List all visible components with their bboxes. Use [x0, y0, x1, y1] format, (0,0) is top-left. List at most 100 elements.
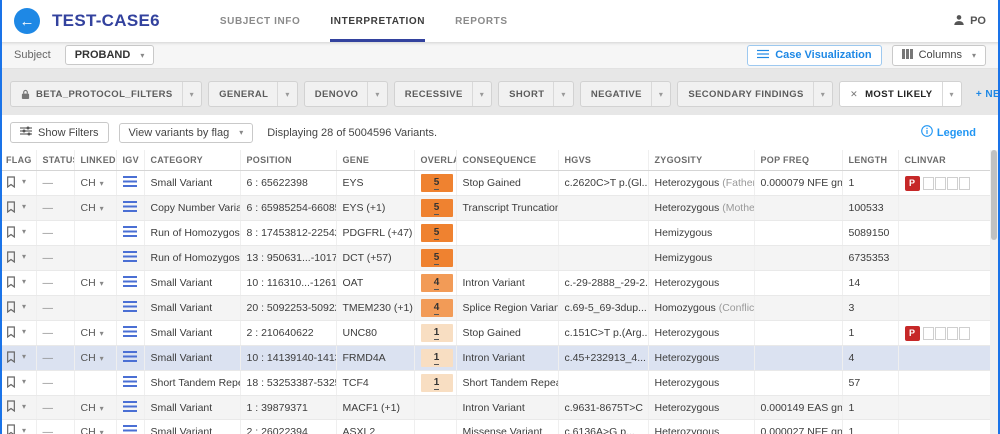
- flag-cell[interactable]: ▾: [0, 321, 36, 346]
- bookmark-flag-icon[interactable]: ▾: [6, 351, 26, 363]
- scrollbar-thumb[interactable]: [991, 150, 997, 240]
- overlap-badge[interactable]: 5: [421, 249, 453, 267]
- show-filters-button[interactable]: Show Filters: [10, 122, 109, 143]
- clinvar-pathogenic-badge[interactable]: P: [905, 176, 920, 191]
- close-icon[interactable]: ✕: [850, 89, 858, 100]
- overlap-badge[interactable]: 5: [421, 174, 453, 192]
- subject-select[interactable]: PROBAND ▾: [65, 45, 155, 65]
- view-tab-denovo[interactable]: DENOVO▾: [304, 81, 388, 107]
- view-tab-general[interactable]: GENERAL▾: [208, 81, 298, 107]
- overlap-badge[interactable]: 5: [421, 224, 453, 242]
- gene-cell[interactable]: PDGFRL (+47): [336, 221, 414, 246]
- igv-icon[interactable]: [123, 278, 137, 290]
- chevron-down-icon[interactable]: ▾: [943, 90, 961, 99]
- table-row[interactable]: ▾—CH▾Small Variant1 : 39879371MACF1 (+1)…: [0, 396, 992, 420]
- table-row[interactable]: ▾—CH▾Small Variant10 : 14139140-14139141…: [0, 346, 992, 371]
- overlap-cell[interactable]: [414, 396, 456, 420]
- column-header-gene[interactable]: GENE: [336, 150, 414, 171]
- flag-cell[interactable]: ▾: [0, 246, 36, 271]
- back-button[interactable]: ←: [14, 8, 40, 34]
- igv-cell[interactable]: [116, 271, 144, 296]
- columns-button[interactable]: Columns ▾: [892, 45, 986, 66]
- column-header-clinvar[interactable]: CLINVAR: [898, 150, 992, 171]
- column-header-hgvs[interactable]: HGVS: [558, 150, 648, 171]
- column-header-igv[interactable]: IGV: [116, 150, 144, 171]
- overlap-cell[interactable]: 4: [414, 271, 456, 296]
- gene-cell[interactable]: MACF1 (+1): [336, 396, 414, 420]
- igv-icon[interactable]: [123, 253, 137, 265]
- overlap-badge[interactable]: 5: [421, 199, 453, 217]
- chevron-down-icon[interactable]: ▾: [652, 90, 670, 99]
- status-cell[interactable]: —: [36, 346, 74, 371]
- flag-cell[interactable]: ▾: [0, 396, 36, 420]
- column-header-overlap[interactable]: OVERLAP: [414, 150, 456, 171]
- overlap-badge[interactable]: 1: [421, 374, 453, 392]
- chevron-down-icon[interactable]: ▾: [368, 90, 386, 99]
- chevron-down-icon[interactable]: ▾: [278, 90, 296, 99]
- igv-icon[interactable]: [123, 303, 137, 315]
- flag-cell[interactable]: ▾: [0, 420, 36, 434]
- flag-cell[interactable]: ▾: [0, 371, 36, 396]
- bookmark-flag-icon[interactable]: ▾: [6, 424, 26, 434]
- igv-icon[interactable]: [123, 427, 137, 434]
- gene-cell[interactable]: DCT (+57): [336, 246, 414, 271]
- table-row[interactable]: ▾—CH▾Copy Number Variant6 : 65985254-660…: [0, 196, 992, 221]
- status-cell[interactable]: —: [36, 271, 74, 296]
- overlap-cell[interactable]: [414, 420, 456, 434]
- bookmark-flag-icon[interactable]: ▾: [6, 400, 26, 412]
- bookmark-flag-icon[interactable]: ▾: [6, 201, 26, 213]
- igv-icon[interactable]: [123, 403, 137, 415]
- chevron-down-icon[interactable]: ▾: [473, 90, 491, 99]
- gene-cell[interactable]: OAT: [336, 271, 414, 296]
- overlap-cell[interactable]: 1: [414, 371, 456, 396]
- chevron-down-icon[interactable]: ▾: [554, 90, 572, 99]
- view-tab-secondary-findings[interactable]: SECONDARY FINDINGS▾: [677, 81, 833, 107]
- bookmark-flag-icon[interactable]: ▾: [6, 226, 26, 238]
- linked-cell[interactable]: CH▾: [74, 346, 116, 371]
- legend-link[interactable]: Legend: [921, 125, 976, 140]
- gene-cell[interactable]: EYS (+1): [336, 196, 414, 221]
- column-header-category[interactable]: CATEGORY: [144, 150, 240, 171]
- igv-icon[interactable]: [123, 353, 137, 365]
- table-row[interactable]: ▾—Run of Homozygosity13 : 950631...-1017…: [0, 246, 992, 271]
- bookmark-flag-icon[interactable]: ▾: [6, 301, 26, 313]
- overlap-cell[interactable]: 4: [414, 296, 456, 321]
- flag-cell[interactable]: ▾: [0, 271, 36, 296]
- flag-cell[interactable]: ▾: [0, 221, 36, 246]
- igv-cell[interactable]: [116, 420, 144, 434]
- bookmark-flag-icon[interactable]: ▾: [6, 276, 26, 288]
- table-row[interactable]: ▾—CH▾Small Variant6 : 65622398EYS5Stop G…: [0, 171, 992, 196]
- linked-value[interactable]: CH▾: [81, 352, 104, 364]
- chevron-down-icon[interactable]: ▾: [183, 90, 201, 99]
- status-cell[interactable]: —: [36, 420, 74, 434]
- linked-cell[interactable]: CH▾: [74, 321, 116, 346]
- view-tab-short[interactable]: SHORT▾: [498, 81, 574, 107]
- overlap-cell[interactable]: 1: [414, 321, 456, 346]
- user-menu[interactable]: PO: [953, 14, 986, 29]
- flag-cell[interactable]: ▾: [0, 296, 36, 321]
- overlap-badge[interactable]: 4: [421, 274, 453, 292]
- tab-reports[interactable]: REPORTS: [455, 0, 508, 42]
- linked-cell[interactable]: [74, 296, 116, 321]
- linked-cell[interactable]: [74, 371, 116, 396]
- igv-icon[interactable]: [123, 178, 137, 190]
- linked-cell[interactable]: CH▾: [74, 396, 116, 420]
- linked-cell[interactable]: CH▾: [74, 420, 116, 434]
- status-cell[interactable]: —: [36, 371, 74, 396]
- view-tab-recessive[interactable]: RECESSIVE▾: [394, 81, 492, 107]
- overlap-badge[interactable]: 4: [421, 299, 453, 317]
- gene-cell[interactable]: TCF4: [336, 371, 414, 396]
- igv-cell[interactable]: [116, 371, 144, 396]
- status-cell[interactable]: —: [36, 296, 74, 321]
- linked-cell[interactable]: CH▾: [74, 271, 116, 296]
- new-view-button[interactable]: + NEW VIEW: [976, 89, 1000, 100]
- tab-subject-info[interactable]: SUBJECT INFO: [220, 0, 301, 42]
- column-header-linked[interactable]: LINKED: [74, 150, 116, 171]
- status-cell[interactable]: —: [36, 246, 74, 271]
- status-cell[interactable]: —: [36, 221, 74, 246]
- gene-cell[interactable]: UNC80: [336, 321, 414, 346]
- igv-cell[interactable]: [116, 221, 144, 246]
- gene-cell[interactable]: ASXL2: [336, 420, 414, 434]
- igv-cell[interactable]: [116, 171, 144, 196]
- igv-icon[interactable]: [123, 228, 137, 240]
